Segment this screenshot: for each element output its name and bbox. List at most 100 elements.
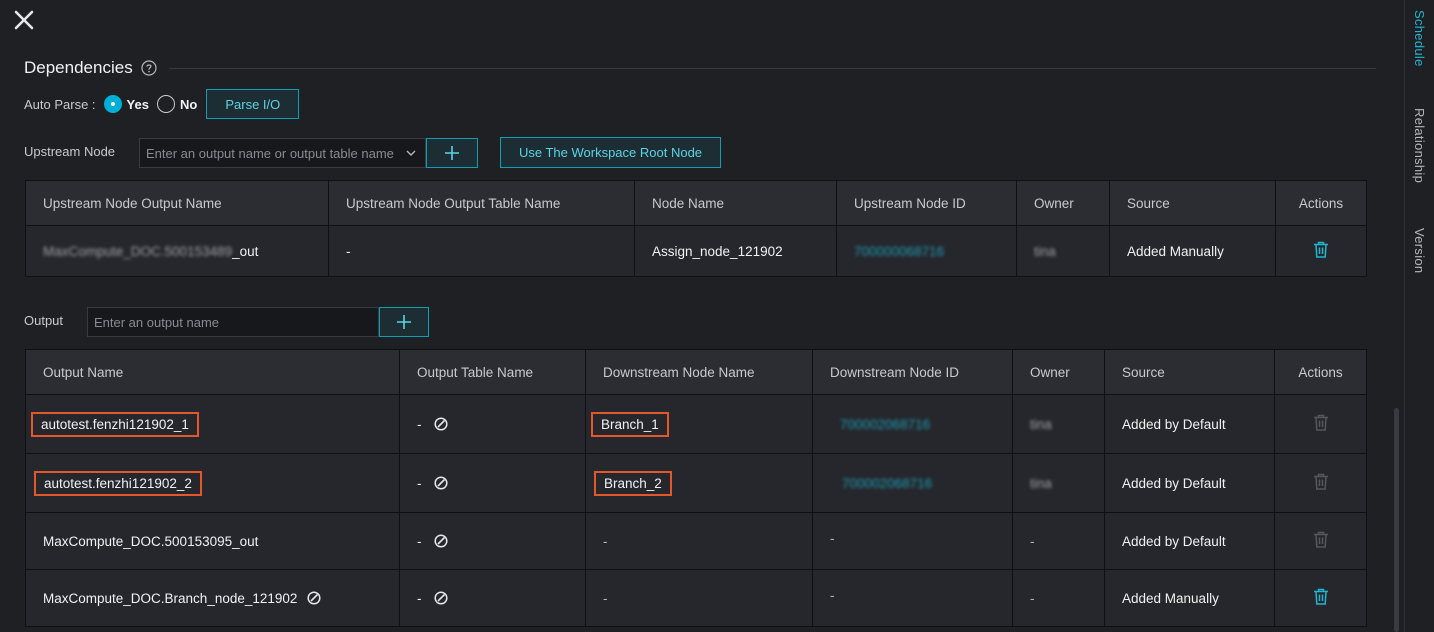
tab-relationship[interactable]: Relationship [1412,108,1427,183]
plus-icon [445,146,459,160]
highlighted-node-name: Branch_1 [591,411,669,437]
downstream-node-name-cell: Branch_1 [585,394,813,454]
node-id-link[interactable]: 700002068716 [840,417,930,432]
owner-value: tina [1030,416,1052,432]
owner-cell: - [1012,512,1105,570]
table-row: autotest.fenzhi121902_1 - Branch_1 70000… [25,394,1367,454]
add-upstream-button[interactable] [426,138,478,168]
actions-cell [1274,512,1367,570]
help-icon[interactable] [141,60,157,76]
output-name-cell: MaxCompute_DOC.Branch_node_121902 [25,569,400,627]
close-icon [14,10,34,30]
output-table-cell: - [399,394,586,454]
edit-icon[interactable] [307,590,321,605]
actions-cell [1274,453,1367,513]
upstream-search-input[interactable]: Enter an output name or output table nam… [139,138,426,168]
column-header: Output Name [25,349,400,395]
column-header: Downstream Node ID [812,349,1013,395]
close-button[interactable] [12,8,36,32]
node-id-link[interactable]: 700000068716 [854,244,944,259]
auto-parse-no-radio[interactable]: No [156,95,198,113]
column-header: Source [1109,180,1276,226]
section-title: Dependencies [24,58,133,77]
actions-cell [1274,569,1367,627]
trash-icon-disabled [1313,473,1329,490]
source-cell: Added by Default [1104,394,1275,454]
upstream-table: Upstream Node Output Name Upstream Node … [25,180,1367,277]
node-id-link[interactable]: 700002068716 [842,476,932,491]
actions-cell [1275,225,1367,277]
highlighted-node-name: Branch_2 [594,470,672,496]
auto-parse-yes-radio[interactable]: Yes [103,95,149,113]
edit-icon[interactable] [433,416,448,431]
trash-icon-disabled [1313,414,1329,431]
owner-cell: - [1012,569,1105,627]
trash-icon[interactable] [1313,588,1329,605]
vertical-scrollbar[interactable] [1394,408,1399,632]
radio-yes-label: Yes [126,96,149,112]
parse-io-button[interactable]: Parse I/O [206,89,300,119]
downstream-node-name-cell: - [585,569,813,627]
owner-value: tina [1034,243,1056,259]
owner-cell: tina [1016,225,1110,277]
table-row: MaxCompute_DOC.500153489_out - Assign_no… [25,225,1367,277]
actions-cell [1274,394,1367,454]
upstream-search-placeholder: Enter an output name or output table nam… [146,145,394,161]
output-name-cell: autotest.fenzhi121902_2 [25,453,400,513]
edit-icon[interactable] [433,533,448,548]
upstream-output-table-cell: - [328,225,635,277]
node-name-cell: Assign_node_121902 [634,225,837,277]
output-table-cell: - [399,512,586,570]
column-header: Upstream Node Output Name [25,180,329,226]
output-name-cell: autotest.fenzhi121902_1 [25,394,400,454]
source-cell: Added by Default [1104,512,1275,570]
column-header: Upstream Node Output Table Name [328,180,635,226]
highlighted-output-name: autotest.fenzhi121902_2 [34,470,202,496]
column-header: Owner [1012,349,1105,395]
trash-icon[interactable] [1313,241,1329,258]
auto-parse-row: Auto Parse : Yes No Parse I/O [24,89,300,119]
highlighted-output-name: autotest.fenzhi121902_1 [31,411,199,437]
column-header: Owner [1016,180,1110,226]
blurred-output-name: MaxCompute_DOC.500153489 [43,243,233,259]
downstream-node-id-cell[interactable]: 700002068716 [812,453,1013,513]
edit-icon[interactable] [433,590,448,605]
radio-no-label: No [179,96,198,112]
upstream-node-label: Upstream Node [24,144,116,159]
plus-icon [397,315,411,329]
add-output-button[interactable] [379,307,429,337]
source-cell: Added by Default [1104,453,1275,513]
source-cell: Added Manually [1109,225,1276,277]
dependencies-header: Dependencies [24,57,1376,79]
output-table-value: - [417,475,422,491]
output-table-value: - [417,533,422,549]
upstream-header-row: Upstream Node Output Name Upstream Node … [25,180,1367,226]
tab-schedule[interactable]: Schedule [1412,10,1427,67]
upstream-output-name-cell: MaxCompute_DOC.500153489_out [25,225,329,277]
right-sidebar: Schedule Relationship Version [1404,0,1434,632]
column-header: Upstream Node ID [836,180,1017,226]
column-header: Output Table Name [399,349,586,395]
output-name-input[interactable]: Enter an output name [87,307,379,337]
downstream-node-id-cell[interactable]: 700002068716 [812,394,1013,454]
output-name-placeholder: Enter an output name [94,314,220,330]
use-root-node-button[interactable]: Use The Workspace Root Node [500,137,721,168]
output-table-value: - [417,416,422,432]
tab-version[interactable]: Version [1412,228,1427,273]
trash-icon-disabled [1313,531,1329,548]
column-header: Downstream Node Name [585,349,813,395]
output-name-cell: MaxCompute_DOC.500153095_out [25,512,400,570]
source-cell: Added Manually [1104,569,1275,627]
owner-value: tina [1030,475,1052,491]
downstream-node-name-cell: Branch_2 [585,453,813,513]
output-name-suffix: _out [232,243,259,259]
edit-icon[interactable] [433,475,448,490]
upstream-node-id-cell[interactable]: 700000068716 [836,225,1017,277]
downstream-node-name-cell: - [585,512,813,570]
chevron-down-icon [406,150,416,156]
downstream-node-id-cell: - [812,569,1013,627]
section-divider [168,67,1376,69]
column-header: Node Name [634,180,837,226]
radio-checked-icon [103,95,122,113]
table-row: MaxCompute_DOC.Branch_node_121902 - - - … [25,569,1367,627]
